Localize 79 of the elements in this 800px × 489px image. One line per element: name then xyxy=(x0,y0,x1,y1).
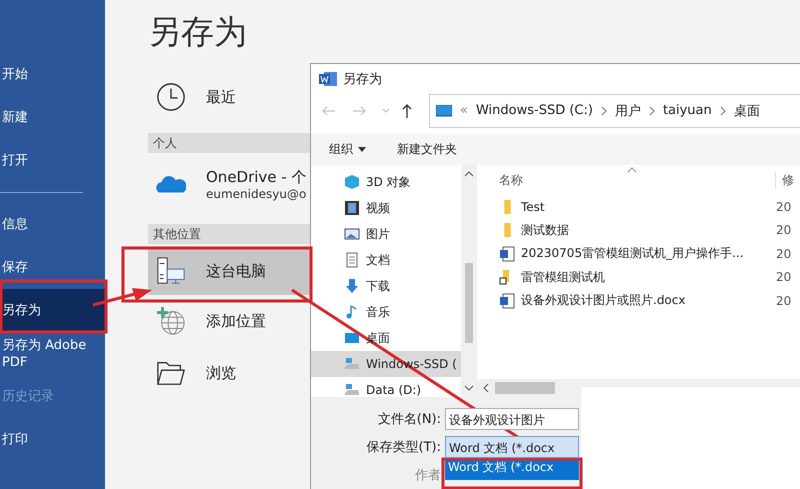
location-label: 添加位置 xyxy=(206,312,266,330)
field-label: 作者 xyxy=(414,467,442,484)
column-header[interactable]: 名称 xyxy=(499,172,523,188)
computer-icon xyxy=(156,256,186,286)
film-icon xyxy=(344,200,360,216)
caret-icon xyxy=(358,146,366,152)
breadcrumb[interactable]: 桌面 xyxy=(734,102,760,120)
menu-item[interactable]: 保存 xyxy=(0,246,105,289)
location-label: 最近 xyxy=(206,88,236,106)
menu-item[interactable]: 另存为 Adobe PDF xyxy=(0,332,105,375)
date-modified: 20 xyxy=(776,270,792,284)
nav-label: 桌面 xyxy=(366,330,390,346)
chevron-right-icon xyxy=(648,106,655,116)
account-email: eumenidesyu@o xyxy=(206,186,306,200)
scroll-thumb[interactable] xyxy=(495,382,555,394)
arrow xyxy=(92,288,152,306)
date-modified: 20 xyxy=(776,246,792,261)
menu-item[interactable]: 另存为 xyxy=(0,289,105,332)
address-bar[interactable]: « Windows-SSD (C:) 用户 taiyuan 桌面 xyxy=(429,94,800,128)
file-name[interactable]: 设备外观设计图片或照片.docx xyxy=(521,292,686,310)
add-globe-icon xyxy=(156,306,186,336)
scroll-up-icon[interactable] xyxy=(464,171,474,177)
menu-item[interactable]: 开始 xyxy=(0,53,105,96)
nav-label: 下载 xyxy=(366,278,390,294)
folder-icon xyxy=(504,200,511,214)
clock-icon xyxy=(156,82,186,112)
monitor-icon xyxy=(436,104,452,117)
file-name[interactable]: 雷管模组测试机 xyxy=(521,268,605,286)
date-modified: 20 xyxy=(776,294,792,308)
page-title: 另存为 xyxy=(148,11,248,53)
date-modified: 20 xyxy=(776,200,792,214)
drive-icon xyxy=(344,382,360,398)
cube-icon xyxy=(344,174,360,190)
picture-icon xyxy=(344,226,360,242)
nav-label: 音乐 xyxy=(366,304,390,320)
sort-caret-icon xyxy=(627,167,637,173)
menu-item[interactable]: 打印 xyxy=(0,418,105,461)
word-document-icon xyxy=(499,292,515,309)
chevron-right-icon xyxy=(600,106,607,116)
menu-item[interactable]: 信息 xyxy=(0,203,105,246)
organize-menu[interactable]: 组织 xyxy=(329,140,353,158)
location-label: 这台电脑 xyxy=(206,262,266,280)
chevron-right-icon xyxy=(720,106,726,116)
menu-item[interactable]: 新建 xyxy=(0,96,105,139)
scroll-left-icon[interactable] xyxy=(483,383,489,393)
location-label: 浏览 xyxy=(206,364,236,382)
new-folder-button[interactable]: 新建文件夹 xyxy=(397,140,457,158)
document-icon xyxy=(344,252,360,268)
word-icon xyxy=(319,70,337,87)
dialog-title: 另存为 xyxy=(343,70,382,88)
file-name-field[interactable]: 设备外观设计图片 xyxy=(445,408,579,430)
field-label: 文件名(N): xyxy=(376,411,442,428)
location-label: OneDrive - 个 xyxy=(206,168,306,186)
scrollbar[interactable] xyxy=(461,165,477,397)
file-name[interactable]: 20230705雷管模组测试机_用户操作手... xyxy=(521,245,744,262)
nav-label: Data (D:) xyxy=(366,383,422,397)
breadcrumb[interactable]: Windows-SSD (C:) xyxy=(476,103,593,118)
drive-icon xyxy=(344,356,360,372)
breadcrumb[interactable]: 用户 xyxy=(614,102,641,120)
file-name[interactable]: Test xyxy=(521,200,545,214)
file-type-dropdown[interactable]: Word 文档 (*.docx xyxy=(445,436,579,458)
scroll-thumb[interactable] xyxy=(465,263,473,343)
word-document-icon xyxy=(499,246,515,262)
scroll-down-icon[interactable] xyxy=(464,385,474,391)
column-header[interactable]: 修 xyxy=(775,172,800,188)
breadcrumb[interactable]: taiyuan xyxy=(662,103,712,118)
desktop-icon xyxy=(344,330,360,346)
nav-label: 文档 xyxy=(366,252,390,268)
nav-label: 图片 xyxy=(366,226,390,242)
field-label: 保存类型(T): xyxy=(366,439,442,456)
nav-label: 3D 对象 xyxy=(366,174,411,190)
folder-icon xyxy=(504,223,511,238)
nav-label: 视频 xyxy=(366,200,390,216)
date-modified: 20 xyxy=(776,223,792,238)
menu-item[interactable]: 打开 xyxy=(0,139,105,182)
file-name[interactable]: 测试数据 xyxy=(521,222,569,239)
location-item[interactable]: 最近 xyxy=(148,73,316,121)
download-icon xyxy=(344,278,360,294)
overflow-chevron[interactable]: « xyxy=(460,103,468,118)
